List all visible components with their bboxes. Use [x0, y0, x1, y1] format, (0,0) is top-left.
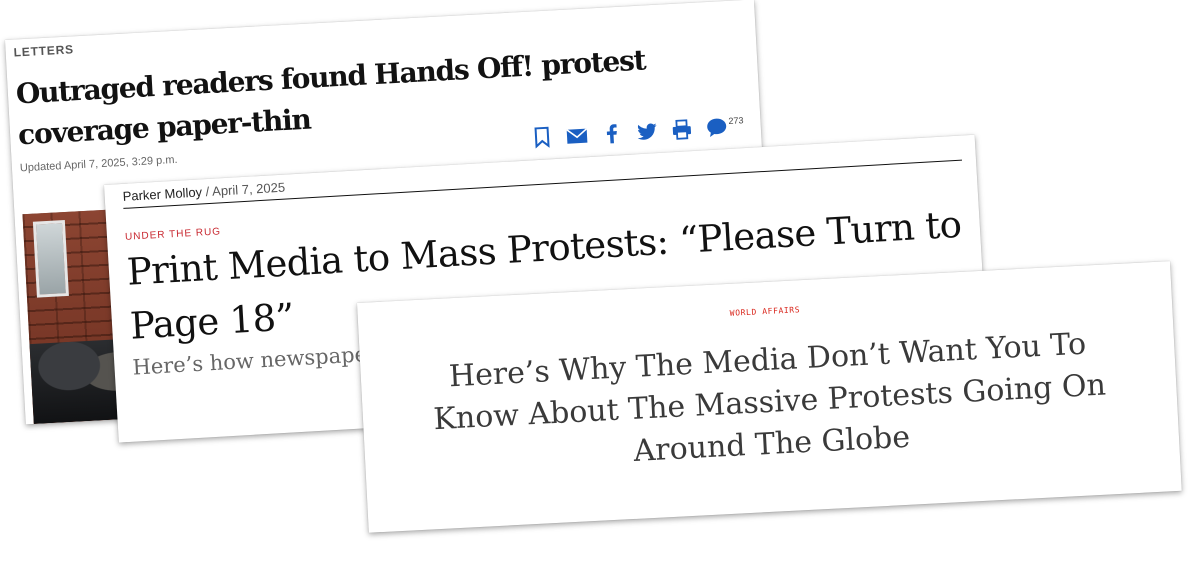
- twitter-icon[interactable]: [635, 120, 658, 143]
- article-card-world-affairs[interactable]: WORLD AFFAIRS Here’s Why The Media Don’t…: [357, 261, 1182, 533]
- email-icon[interactable]: [565, 124, 588, 147]
- article-headline[interactable]: Here’s Why The Media Don’t Want You To K…: [417, 322, 1123, 484]
- comment-count[interactable]: 273: [728, 115, 744, 126]
- facebook-icon[interactable]: [600, 122, 623, 145]
- updated-timestamp: Updated April 7, 2025, 3:29 p.m.: [19, 153, 178, 175]
- publish-date: April 7, 2025: [211, 179, 286, 199]
- byline-separator: /: [205, 183, 210, 200]
- section-label[interactable]: LETTERS: [13, 42, 74, 59]
- author-name[interactable]: Parker Molloy: [122, 184, 202, 204]
- photo-window: [32, 220, 69, 298]
- print-icon[interactable]: [670, 118, 693, 141]
- collage: LETTERS Outraged readers found Hands Off…: [0, 0, 1200, 576]
- comment-icon[interactable]: [705, 116, 728, 139]
- bookmark-icon[interactable]: [530, 126, 553, 149]
